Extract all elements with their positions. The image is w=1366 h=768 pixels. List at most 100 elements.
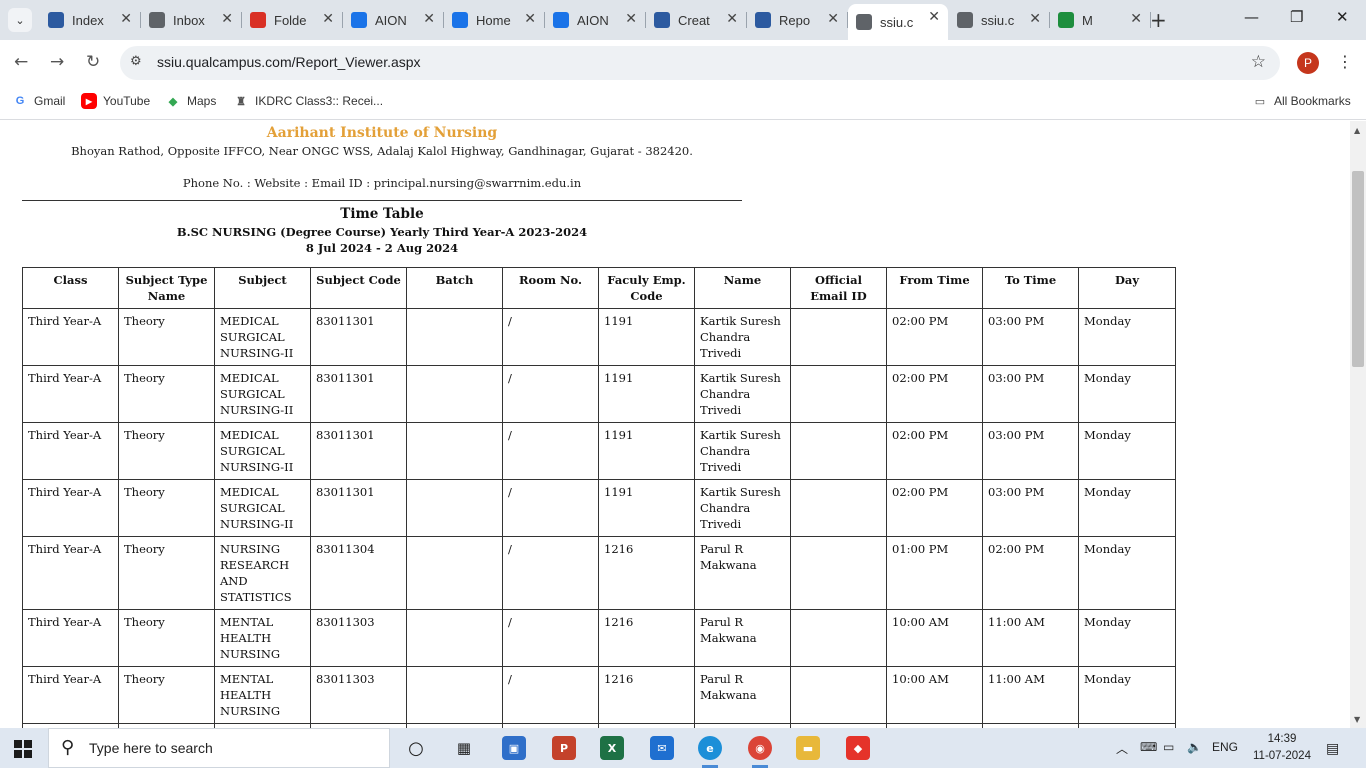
forward-arrow-icon[interactable]: → [50, 52, 64, 72]
excel-icon[interactable]: X [600, 736, 624, 760]
taskbar: ⚲ Type here to search ○ ▦ ▣ P X ✉ e ◉ ▬ … [0, 728, 1366, 768]
table-cell: Third Year-A [22, 536, 119, 610]
volume-icon[interactable]: 🔈 [1187, 740, 1202, 754]
store-icon[interactable]: ▣ [502, 736, 526, 760]
scroll-up-icon[interactable]: ▲ [1354, 126, 1360, 135]
tab-close-icon[interactable]: ✕ [1029, 10, 1041, 27]
tab-5[interactable]: AION ✕ [545, 6, 646, 34]
tab-close-icon[interactable]: ✕ [928, 8, 940, 25]
address-bar[interactable]: ⚙ ssiu.qualcampus.com/Report_Viewer.aspx… [120, 46, 1280, 80]
tab-close-icon[interactable]: ✕ [726, 10, 738, 27]
tab-close-icon[interactable]: ✕ [827, 10, 839, 27]
bookmark-star-icon[interactable]: ☆ [1251, 52, 1266, 72]
table-row: Third Year-A Theory MEDICAL SURGICAL NURSI… [22, 308, 1176, 366]
site-info-icon[interactable]: ⚙ [130, 54, 142, 69]
table-cell: Theory [118, 479, 215, 537]
table-cell: 02:00 PM [886, 308, 983, 366]
scroll-down-icon[interactable]: ▼ [1354, 715, 1360, 724]
tab-close-icon[interactable]: ✕ [1130, 10, 1142, 27]
vertical-scrollbar[interactable]: ▲ ▼ [1350, 121, 1366, 728]
table-cell: 01:00 PM [886, 536, 983, 610]
table-cell: / [502, 422, 599, 480]
search-placeholder: Type here to search [89, 740, 213, 756]
column-header: Official Email ID [790, 267, 887, 309]
file-explorer-icon[interactable]: ▬ [796, 736, 820, 760]
edge-icon[interactable]: e [698, 736, 722, 768]
table-cell: / [502, 536, 599, 610]
table-cell: 1216 [598, 666, 695, 724]
column-header: Subject Type Name [118, 267, 215, 309]
minimize-icon[interactable]: — [1244, 8, 1259, 26]
drive-icon [452, 12, 468, 28]
table-cell [790, 479, 887, 537]
tab-close-icon[interactable]: ✕ [120, 10, 132, 27]
tab-close-icon[interactable]: ✕ [625, 10, 637, 27]
table-cell: Monday [1078, 609, 1176, 667]
table-cell: NURSING RESEARCH AND STATISTICS [214, 536, 311, 610]
network-icon[interactable]: ⌨ [1140, 740, 1157, 754]
google-icon: G [15, 95, 25, 107]
tab-close-icon[interactable]: ✕ [524, 10, 536, 27]
table-cell [790, 308, 887, 366]
globe-icon [149, 12, 165, 28]
tab-7[interactable]: Repo ✕ [747, 6, 848, 34]
tab-9[interactable]: ssiu.c ✕ [949, 6, 1050, 34]
tab-close-icon[interactable]: ✕ [221, 10, 233, 27]
show-hidden-icons-chevron-icon[interactable]: ︿ [1116, 740, 1128, 757]
column-header: To Time [982, 267, 1079, 309]
table-cell: 11:00 AM [982, 609, 1079, 667]
bookmarks-bar: G Gmail ▶ YouTube ◆ Maps ♜ IKDRC Class3:… [0, 86, 1366, 120]
language-indicator[interactable]: ENG [1212, 740, 1238, 754]
table-cell [790, 536, 887, 610]
table-cell: 03:00 PM [982, 308, 1079, 366]
menu-kebab-icon[interactable]: ⋮ [1337, 52, 1353, 71]
bookmark-maps[interactable]: ◆ Maps [165, 93, 217, 109]
tab-4[interactable]: Home ✕ [444, 6, 545, 34]
tab-10[interactable]: M ✕ [1050, 6, 1151, 34]
taskbar-search[interactable]: ⚲ Type here to search [48, 728, 390, 768]
tab-8[interactable]: ssiu.c ✕ [848, 4, 948, 40]
profile-avatar[interactable]: P [1297, 52, 1319, 74]
tab-close-icon[interactable]: ✕ [322, 10, 334, 27]
chrome-icon[interactable]: ◉ [748, 736, 772, 768]
table-cell: MEDICAL SURGICAL NURSING-II [214, 365, 311, 423]
system-clock[interactable]: 14:39 11-07-2024 [1252, 731, 1312, 765]
table-cell: Parul R Makwana [694, 666, 791, 724]
restore-icon[interactable]: ❐ [1290, 8, 1303, 26]
table-cell: / [502, 308, 599, 366]
reload-icon[interactable]: ↻ [86, 52, 100, 72]
tab-close-icon[interactable]: ✕ [423, 10, 435, 27]
close-window-icon[interactable]: ✕ [1336, 8, 1349, 26]
scroll-thumb[interactable] [1352, 171, 1364, 367]
table-cell: 11:00 AM [982, 666, 1079, 724]
mail-icon[interactable]: ✉ [650, 736, 674, 760]
all-bookmarks[interactable]: ▭ All Bookmarks [1252, 93, 1351, 109]
back-arrow-icon[interactable]: ← [14, 52, 28, 72]
url-text[interactable]: ssiu.qualcampus.com/Report_Viewer.aspx [157, 54, 421, 70]
table-cell: Theory [118, 308, 215, 366]
table-cell: MENTAL HEALTH NURSING [214, 666, 311, 724]
anydesk-icon[interactable]: ◆ [846, 736, 870, 760]
tab-0[interactable]: Index ✕ [40, 6, 141, 34]
bookmark-gmail[interactable]: G Gmail [12, 93, 66, 109]
table-cell [790, 422, 887, 480]
gmail-icon [250, 12, 266, 28]
bookmark-youtube[interactable]: ▶ YouTube [81, 93, 150, 109]
new-tab-plus-icon[interactable]: + [1150, 8, 1167, 32]
bookmark-ikdrc[interactable]: ♜ IKDRC Class3:: Recei... [233, 93, 383, 109]
tab-3[interactable]: AION ✕ [343, 6, 444, 34]
tab-search-chevron-icon[interactable]: ⌄ [8, 8, 32, 32]
powerpoint-icon[interactable]: P [552, 736, 576, 760]
task-view-icon[interactable]: ▦ [452, 736, 476, 760]
column-header: Room No. [502, 267, 599, 309]
notification-icon[interactable]: ▤ [1326, 740, 1339, 757]
tab-6[interactable]: Creat ✕ [646, 6, 747, 34]
windows-start-icon[interactable] [14, 740, 32, 758]
table-cell: 02:00 PM [982, 536, 1079, 610]
cortana-icon[interactable]: ○ [404, 736, 428, 760]
battery-icon[interactable]: ▭ [1163, 740, 1174, 754]
tab-1[interactable]: Inbox ✕ [141, 6, 242, 34]
tab-2[interactable]: Folde ✕ [242, 6, 343, 34]
table-cell: 03:00 PM [982, 479, 1079, 537]
tab-title: ssiu.c [981, 12, 1015, 28]
